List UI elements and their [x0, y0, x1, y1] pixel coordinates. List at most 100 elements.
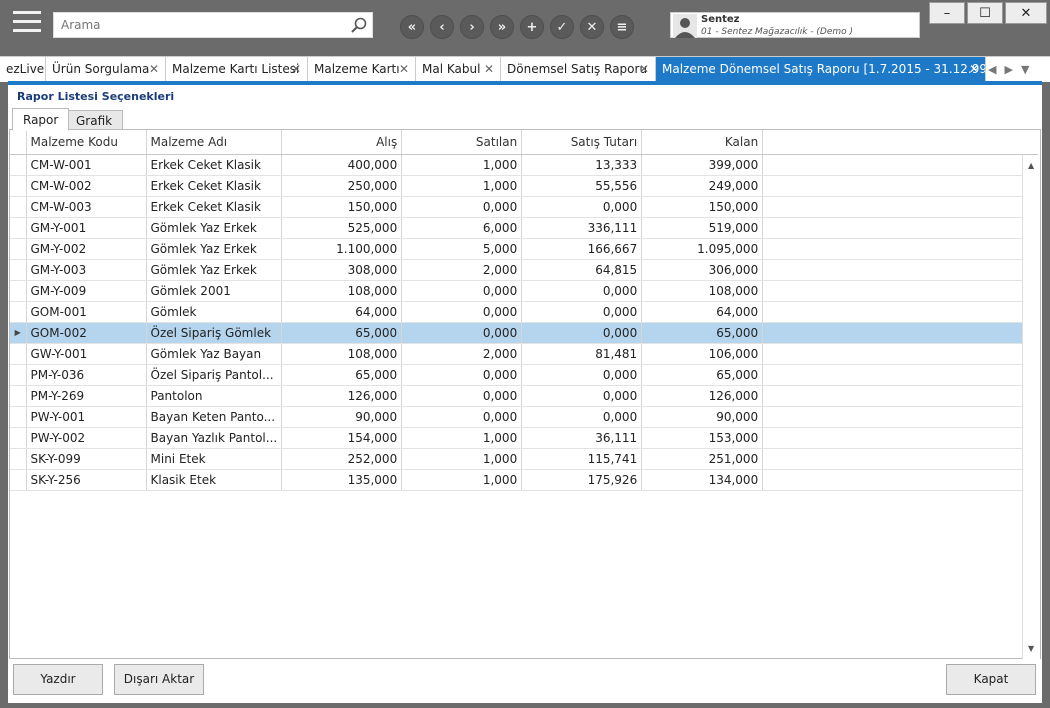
table-cell[interactable]: Klasik Etek — [146, 469, 283, 491]
plus-icon[interactable]: + — [520, 15, 544, 39]
tab-2[interactable]: Malzeme Kartı Listesi ✕ — [166, 57, 308, 82]
row-indicator[interactable] — [10, 469, 27, 491]
table-cell[interactable]: 525,000 — [281, 217, 403, 239]
table-cell[interactable]: PW-Y-002 — [26, 427, 147, 449]
table-cell[interactable]: 0,000 — [401, 301, 523, 323]
table-row[interactable]: GW-Y-001 Gömlek Yaz Bayan 108,000 2,000 81,4… — [10, 343, 1038, 365]
table-row[interactable]: PM-Y-036 Özel Sipariş Pantol... 65,000 0,00… — [10, 364, 1038, 386]
table-cell[interactable]: 108,000 — [281, 280, 403, 302]
table-cell[interactable]: 0,000 — [521, 385, 643, 407]
tab-0[interactable]: ezLive — [0, 57, 46, 82]
table-cell[interactable]: 0,000 — [521, 322, 643, 344]
table-cell[interactable]: 1,000 — [401, 154, 523, 176]
tab-close-icon[interactable]: ✕ — [639, 57, 649, 82]
table-cell[interactable]: 249,000 — [641, 175, 764, 197]
row-indicator[interactable] — [10, 259, 27, 281]
table-cell[interactable]: 0,000 — [521, 406, 643, 428]
table-cell[interactable]: 308,000 — [281, 259, 403, 281]
table-cell[interactable]: GM-Y-001 — [26, 217, 147, 239]
table-row[interactable]: CM-W-003 Erkek Ceket Klasik 150,000 0,000 0,… — [10, 196, 1038, 218]
table-cell[interactable]: 90,000 — [281, 406, 403, 428]
table-cell[interactable]: 115,741 — [521, 448, 643, 470]
table-cell[interactable]: 2,000 — [401, 259, 523, 281]
table-cell[interactable]: PM-Y-269 — [26, 385, 147, 407]
table-cell[interactable]: 81,481 — [521, 343, 643, 365]
row-indicator[interactable] — [10, 217, 27, 239]
table-cell[interactable]: 150,000 — [641, 196, 764, 218]
table-cell[interactable]: 126,000 — [641, 385, 764, 407]
table-cell[interactable]: 90,000 — [641, 406, 764, 428]
table-cell[interactable]: 65,000 — [641, 364, 764, 386]
row-indicator[interactable] — [10, 175, 27, 197]
table-cell[interactable]: GOM-001 — [26, 301, 147, 323]
tab-close-icon[interactable]: ✕ — [969, 57, 979, 82]
table-cell[interactable]: 150,000 — [281, 196, 403, 218]
row-indicator[interactable] — [10, 196, 27, 218]
table-cell[interactable]: SK-Y-256 — [26, 469, 147, 491]
row-indicator[interactable] — [10, 364, 27, 386]
table-cell[interactable]: CM-W-002 — [26, 175, 147, 197]
table-cell[interactable]: 0,000 — [521, 364, 643, 386]
tab-6[interactable]: Malzeme Dönemsel Satış Raporu [1.7.2015 … — [656, 57, 986, 82]
table-cell[interactable]: Gömlek — [146, 301, 283, 323]
row-indicator[interactable] — [10, 448, 27, 470]
right-icon[interactable]: › — [460, 15, 484, 39]
table-row[interactable]: GM-Y-002 Gömlek Yaz Erkek 1.100,000 5,000 16… — [10, 238, 1038, 260]
table-cell[interactable]: Erkek Ceket Klasik — [146, 154, 283, 176]
table-cell[interactable]: 6,000 — [401, 217, 523, 239]
table-cell[interactable]: 13,333 — [521, 154, 643, 176]
tab-close-icon[interactable]: ✕ — [399, 57, 409, 82]
tab-close-icon[interactable]: ✕ — [291, 57, 301, 82]
table-cell[interactable]: 1.100,000 — [281, 238, 403, 260]
search-input[interactable] — [54, 13, 334, 37]
table-cell[interactable]: 0,000 — [401, 322, 523, 344]
table-cell[interactable]: 65,000 — [641, 322, 764, 344]
subtab-rapor[interactable]: Rapor — [12, 108, 70, 131]
table-cell[interactable]: 0,000 — [521, 280, 643, 302]
tab-scroll-right-icon[interactable]: ▶ — [1004, 63, 1012, 76]
check-icon[interactable]: ✓ — [550, 15, 574, 39]
left-icon[interactable]: ‹ — [430, 15, 454, 39]
table-cell[interactable]: 64,815 — [521, 259, 643, 281]
table-cell[interactable]: GW-Y-001 — [26, 343, 147, 365]
column-header[interactable]: Satış Tutarı — [521, 130, 643, 155]
table-cell[interactable]: Erkek Ceket Klasik — [146, 196, 283, 218]
table-cell[interactable]: 0,000 — [521, 301, 643, 323]
row-indicator[interactable] — [10, 154, 27, 176]
table-cell[interactable]: Gömlek Yaz Bayan — [146, 343, 283, 365]
minimize-button[interactable]: – — [929, 2, 965, 24]
table-cell[interactable]: 64,000 — [281, 301, 403, 323]
table-cell[interactable]: 134,000 — [641, 469, 764, 491]
scroll-up-icon[interactable]: ▲ — [1028, 161, 1034, 170]
table-row[interactable]: PW-Y-001 Bayan Keten Panto... 90,000 0,000 0… — [10, 406, 1038, 428]
table-row[interactable]: ▶ GOM-002 Özel Sipariş Gömlek 65,000 0,000 0,… — [10, 322, 1038, 344]
table-cell[interactable]: GM-Y-009 — [26, 280, 147, 302]
hamburger-menu-icon[interactable] — [13, 11, 41, 37]
vertical-scrollbar[interactable]: ▲ ▼ — [1022, 155, 1040, 659]
column-header[interactable]: Alış — [281, 130, 403, 155]
table-row[interactable]: CM-W-001 Erkek Ceket Klasik 400,000 1,000 13… — [10, 154, 1038, 176]
table-cell[interactable]: 55,556 — [521, 175, 643, 197]
table-row[interactable]: SK-Y-099 Mini Etek 252,000 1,000 115,741 251,… — [10, 448, 1038, 470]
table-cell[interactable]: 108,000 — [281, 343, 403, 365]
row-indicator[interactable] — [10, 280, 27, 302]
table-cell[interactable]: 64,000 — [641, 301, 764, 323]
tab-list-dropdown-icon[interactable]: ▼ — [1021, 63, 1029, 76]
export-button[interactable]: Dışarı Aktar — [114, 664, 204, 695]
table-cell[interactable]: 166,667 — [521, 238, 643, 260]
table-row[interactable]: GM-Y-001 Gömlek Yaz Erkek 525,000 6,000 336,… — [10, 217, 1038, 239]
menu-icon[interactable]: ≡ — [610, 15, 634, 39]
table-cell[interactable]: 2,000 — [401, 343, 523, 365]
table-cell[interactable]: 106,000 — [641, 343, 764, 365]
table-cell[interactable]: 251,000 — [641, 448, 764, 470]
table-cell[interactable]: 1.095,000 — [641, 238, 764, 260]
table-cell[interactable]: Gömlek 2001 — [146, 280, 283, 302]
window-close-button[interactable]: ✕ — [1005, 2, 1047, 24]
table-cell[interactable]: Mini Etek — [146, 448, 283, 470]
table-row[interactable]: PW-Y-002 Bayan Yazlık Pantol... 154,000 1,0… — [10, 427, 1038, 449]
table-row[interactable]: GM-Y-009 Gömlek 2001 108,000 0,000 0,000 108,… — [10, 280, 1038, 302]
table-cell[interactable]: 108,000 — [641, 280, 764, 302]
double-left-icon[interactable]: « — [400, 15, 424, 39]
row-indicator[interactable] — [10, 238, 27, 260]
column-header[interactable]: Satılan — [401, 130, 523, 155]
